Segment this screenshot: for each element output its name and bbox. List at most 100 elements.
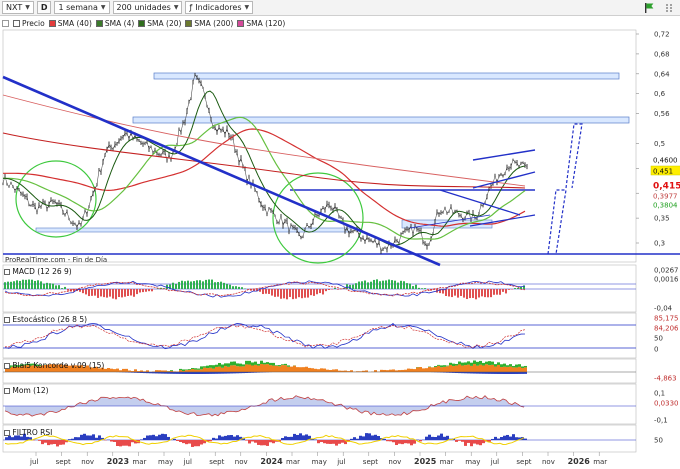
legend-item-sma20[interactable]: SMA (20) [138,19,181,28]
legend-item-sma200[interactable]: SMA (200) [185,19,233,28]
legend-item-sma120[interactable]: SMA (120) [237,19,285,28]
stoch-title[interactable]: Estocástico (26 8 5) [4,315,87,324]
panel-checkbox[interactable] [4,430,10,436]
rsi-bar [401,440,404,445]
koncorde-orange-bar [284,365,287,372]
koncorde-orange-bar [404,369,407,372]
rsi-bar [440,433,443,440]
rsi-bar [215,438,218,440]
legend-label: SMA (20) [147,18,182,28]
koncorde-blue-bar [203,372,206,374]
legend-swatch [95,19,103,27]
koncorde-orange-bar [248,364,251,372]
sma120-line [2,94,526,187]
rsi-bar [494,436,497,440]
rsi-bar [296,434,299,440]
koncorde-orange-bar [191,368,194,372]
koncorde-orange-bar [392,369,395,372]
koncorde-blue-bar [452,372,455,373]
legend-toggle-checkbox[interactable] [2,19,9,27]
symbol-field[interactable]: NXT ▼ [2,1,34,14]
rsi-bar [101,437,104,440]
rsi-title[interactable]: FILTRO RSI [4,428,52,437]
panel-border [2,424,637,453]
koncorde-orange-bar [212,368,215,372]
koncorde-blue-bar [134,372,137,373]
koncorde-green-bar [446,365,449,367]
koncorde-orange-bar [518,366,521,372]
mom-title[interactable]: Mom (12) [4,386,49,395]
panel-checkbox[interactable] [4,269,10,275]
koncorde-orange-bar [455,365,458,372]
d-toggle-button[interactable]: D [36,1,52,14]
legend-swatch [48,19,56,27]
rsi-bar [386,440,389,442]
flag-icon[interactable] [642,1,656,15]
legend-item-sma4[interactable]: SMA (4) [95,19,134,28]
koncorde-green-bar [479,360,482,365]
legend-swatch [185,19,193,27]
rsi-bar [62,440,65,445]
koncorde-orange-bar [467,364,470,372]
koncorde-blue-bar [473,372,476,374]
indicators-button[interactable]: ƒ Indicadores ▼ [185,1,254,14]
koncorde-orange-bar [311,368,314,372]
time-tick-label: 2024 [260,457,283,466]
panel-tick-label: 0,0016 [654,276,679,284]
period-select[interactable]: 1 semana ▼ [54,1,110,14]
rsi-bar [500,437,503,440]
support-zone [401,219,493,229]
koncorde-green-bar [464,362,467,366]
rsi-bar [320,440,323,443]
rsi-bar [272,440,275,444]
legend-swatch [13,19,20,27]
koncorde-blue-bar [182,372,185,374]
koncorde-orange-bar [158,370,161,372]
price-chart[interactable]: 0,72 0,68 0,64 0,6 0,56 0,5 0,45 0,4 0,35 0,3 0,46… [0,0,680,469]
price-marker-label: 0,451 [653,168,673,176]
panel-checkbox[interactable] [4,388,10,394]
koncorde-green-bar [458,361,461,365]
koncorde-orange-bar [362,370,365,372]
koncorde-blue-bar [200,372,203,374]
koncorde-green-bar [278,365,281,367]
koncorde-orange-bar [239,366,242,372]
rsi-bar [419,440,422,442]
rsi-bar [326,440,329,444]
panel-checkbox[interactable] [4,363,10,369]
koncorde-green-bar [245,360,248,365]
koncorde-blue-bar [449,372,452,373]
legend-item-precio[interactable]: Precio [13,19,45,28]
koncorde-orange-bar [179,370,182,372]
units-select[interactable]: 200 unidades ▼ [112,1,183,14]
panel-tick-label: -4,863 [654,375,677,383]
rsi-bar [470,440,473,447]
rsi-bar [242,437,245,440]
drag-grip-icon[interactable] [662,1,676,15]
koncorde-blue-bar [212,372,215,374]
koncorde-green-bar [485,361,488,365]
koncorde-orange-bar [452,366,455,372]
koncorde-orange-bar [122,368,125,372]
indicators-icon: ƒ [189,3,193,12]
panel-border [2,264,637,313]
time-tick-label: 2023 [107,457,129,466]
koncorde-orange-bar [512,367,515,372]
koncorde-green-bar [476,361,479,366]
legend-item-sma40[interactable]: SMA (40) [48,19,92,28]
rsi-bar [305,434,308,440]
koncorde-orange-bar [383,369,386,372]
koncorde-green-bar [266,362,269,365]
koncorde-title[interactable]: Blai5 Koncorde v.09 (15) [4,361,104,370]
rsi-bar [512,434,515,440]
macd-title[interactable]: MACD (12 26 9) [4,267,72,276]
koncorde-green-bar [449,362,452,366]
rsi-bar [455,440,458,442]
rsi-bar [68,439,71,440]
koncorde-blue-bar [515,372,518,374]
rsi-bar [389,440,392,442]
rsi-bar [329,440,332,444]
koncorde-green-bar [509,364,512,367]
price-tick-label: 0,72 [654,31,670,39]
panel-checkbox[interactable] [4,317,10,323]
